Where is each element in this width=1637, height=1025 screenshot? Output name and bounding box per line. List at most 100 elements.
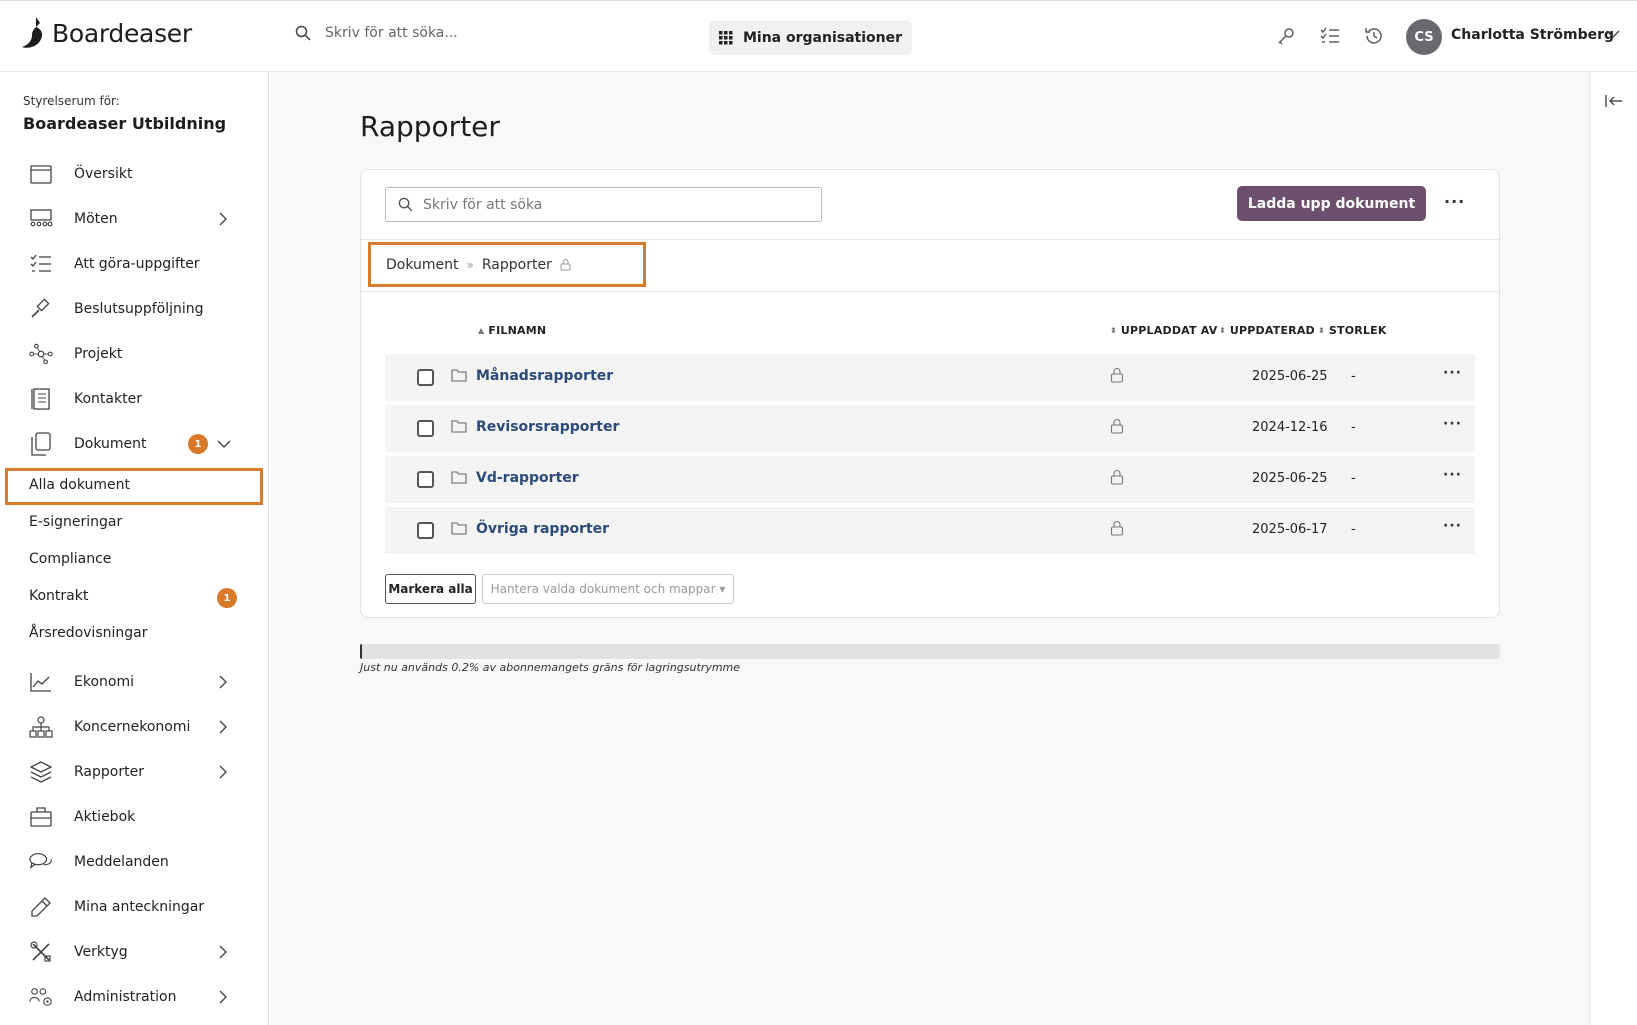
- folder-icon: [451, 369, 467, 382]
- calendar-icon: [29, 162, 53, 186]
- tasks-icon[interactable]: [1319, 25, 1341, 47]
- chevron-down-icon: [217, 440, 231, 448]
- sidebar-item-koncernekonomi[interactable]: Koncernekonomi: [0, 707, 260, 747]
- column-header-size[interactable]: ⬍ STORLEK: [1318, 324, 1387, 337]
- global-search-input[interactable]: [325, 25, 565, 41]
- more-options-button[interactable]: ···: [1444, 192, 1465, 211]
- mark-all-button[interactable]: Markera alla: [385, 574, 476, 604]
- breadcrumb-item-dokument[interactable]: Dokument: [386, 257, 459, 273]
- notification-badge: 1: [188, 434, 208, 454]
- folder-icon: [451, 522, 467, 535]
- sub-item-e-signeringar[interactable]: E-signeringar: [29, 514, 122, 530]
- organizations-label: Mina organisationer: [742, 29, 903, 46]
- sub-item-compliance[interactable]: Compliance: [29, 551, 111, 567]
- tools-icon: [29, 940, 53, 964]
- logo[interactable]: Boardeaser: [22, 17, 192, 49]
- sidebar-item-label: Koncernekonomi: [74, 719, 191, 735]
- global-search[interactable]: [295, 25, 565, 41]
- row-more-button[interactable]: ···: [1443, 365, 1462, 381]
- row-checkbox[interactable]: [417, 369, 434, 386]
- sidebar-item-label: Projekt: [74, 346, 123, 362]
- logo-icon: [22, 17, 43, 48]
- column-header-uploaded-by[interactable]: ⬍ UPPLADDAT AV: [1110, 324, 1217, 337]
- header-actions: [1275, 25, 1385, 47]
- sidebar-item-att-gora[interactable]: Att göra-uppgifter: [0, 244, 260, 284]
- folder-icon: [451, 420, 467, 433]
- storage-usage-text: Just nu används 0.2% av abonnemangets gr…: [360, 661, 741, 674]
- sidebar-item-label: Att göra-uppgifter: [74, 256, 200, 272]
- chevron-right-icon: [219, 765, 227, 779]
- organizations-button[interactable]: Mina organisationer: [709, 20, 912, 55]
- sidebar-item-label: Översikt: [74, 166, 133, 182]
- sidebar-item-projekt[interactable]: Projekt: [0, 334, 260, 374]
- table-row[interactable]: Månadsrapporter 2025-06-25 - ···: [385, 354, 1475, 401]
- row-checkbox[interactable]: [417, 471, 434, 488]
- sidebar-item-administration[interactable]: Administration: [0, 977, 260, 1017]
- sort-asc-icon: ▲: [478, 326, 485, 335]
- chevron-down-icon[interactable]: [1606, 29, 1620, 39]
- lock-icon: [1110, 470, 1124, 485]
- updated-date: 2025-06-25: [1252, 369, 1328, 384]
- network-icon: [29, 342, 53, 366]
- lock-icon: [1110, 419, 1124, 434]
- sub-item-arsredovisningar[interactable]: Årsredovisningar: [29, 625, 147, 641]
- row-checkbox[interactable]: [417, 420, 434, 437]
- sidebar-item-beslut[interactable]: Beslutsuppföljning: [0, 289, 260, 329]
- meeting-icon: [29, 207, 53, 231]
- sidebar-item-oversikt[interactable]: Översikt: [0, 154, 260, 194]
- folder-name-link[interactable]: Vd-rapporter: [476, 470, 579, 486]
- table-row[interactable]: Vd-rapporter 2025-06-25 - ···: [385, 456, 1475, 503]
- sidebar-item-meddelanden[interactable]: Meddelanden: [0, 842, 260, 882]
- key-icon[interactable]: [1275, 25, 1297, 47]
- sidebar-item-kontakter[interactable]: Kontakter: [0, 379, 260, 419]
- notification-badge: 1: [217, 588, 237, 608]
- lock-icon: [1110, 521, 1124, 536]
- sidebar-item-moten[interactable]: Möten: [0, 199, 260, 239]
- chevron-right-icon: [219, 945, 227, 959]
- breadcrumb-item-rapporter: Rapporter: [481, 256, 552, 273]
- sidebar-item-aktiebok[interactable]: Aktiebok: [0, 797, 260, 837]
- pencil-icon: [29, 895, 53, 919]
- avatar[interactable]: CS: [1406, 19, 1442, 55]
- document-search-input[interactable]: [423, 196, 813, 213]
- sub-item-kontrakt[interactable]: Kontrakt: [29, 588, 88, 604]
- breadcrumb: Dokument » Rapporter: [368, 242, 646, 287]
- contacts-icon: [29, 387, 53, 411]
- upload-document-button[interactable]: Ladda upp dokument: [1237, 186, 1426, 221]
- sidebar-item-label: Ekonomi: [74, 674, 134, 690]
- folder-name-link[interactable]: Revisorsrapporter: [476, 419, 619, 435]
- document-search[interactable]: [385, 187, 822, 222]
- column-label: UPPLADDAT AV: [1120, 324, 1218, 337]
- sort-icon: ⬍: [1318, 326, 1325, 335]
- table-row[interactable]: Revisorsrapporter 2024-12-16 - ···: [385, 405, 1475, 452]
- collapse-panel-icon[interactable]: [1605, 94, 1623, 108]
- folder-name-link[interactable]: Övriga rapporter: [476, 521, 609, 537]
- sidebar-item-dokument[interactable]: Dokument 1: [0, 424, 260, 464]
- chevron-right-icon: [219, 720, 227, 734]
- sidebar-item-label: Aktiebok: [74, 809, 136, 825]
- column-label: FILNAMN: [488, 324, 547, 337]
- history-icon[interactable]: [1363, 25, 1385, 47]
- row-more-button[interactable]: ···: [1443, 518, 1462, 534]
- row-more-button[interactable]: ···: [1443, 416, 1462, 432]
- table-row[interactable]: Övriga rapporter 2025-06-17 - ···: [385, 507, 1475, 554]
- right-panel: [1589, 72, 1637, 1025]
- user-name[interactable]: Charlotta Strömberg: [1451, 27, 1614, 43]
- column-header-filename[interactable]: ▲ FILNAMN: [478, 324, 546, 337]
- gavel-icon: [29, 297, 53, 321]
- admin-icon: [29, 985, 53, 1009]
- sub-item-alla-dokument[interactable]: Alla dokument: [29, 477, 130, 493]
- sidebar-item-ekonomi[interactable]: Ekonomi: [0, 662, 260, 702]
- top-bar: Boardeaser Mina organisationer CS Charlo…: [0, 0, 1637, 72]
- documents-card: Ladda upp dokument ··· Dokument » Rappor…: [360, 169, 1500, 618]
- folder-name-link[interactable]: Månadsrapporter: [476, 368, 613, 384]
- row-checkbox[interactable]: [417, 522, 434, 539]
- row-more-button[interactable]: ···: [1443, 467, 1462, 483]
- sidebar-item-anteckningar[interactable]: Mina anteckningar: [0, 887, 260, 927]
- sidebar-item-label: Rapporter: [74, 764, 144, 780]
- sidebar-item-rapporter[interactable]: Rapporter: [0, 752, 260, 792]
- manage-selected-dropdown[interactable]: Hantera valda dokument och mappar ▾: [482, 574, 734, 604]
- column-header-updated[interactable]: ⬍ UPPDATERAD: [1219, 324, 1315, 337]
- sidebar-item-verktyg[interactable]: Verktyg: [0, 932, 260, 972]
- file-size: -: [1351, 369, 1356, 384]
